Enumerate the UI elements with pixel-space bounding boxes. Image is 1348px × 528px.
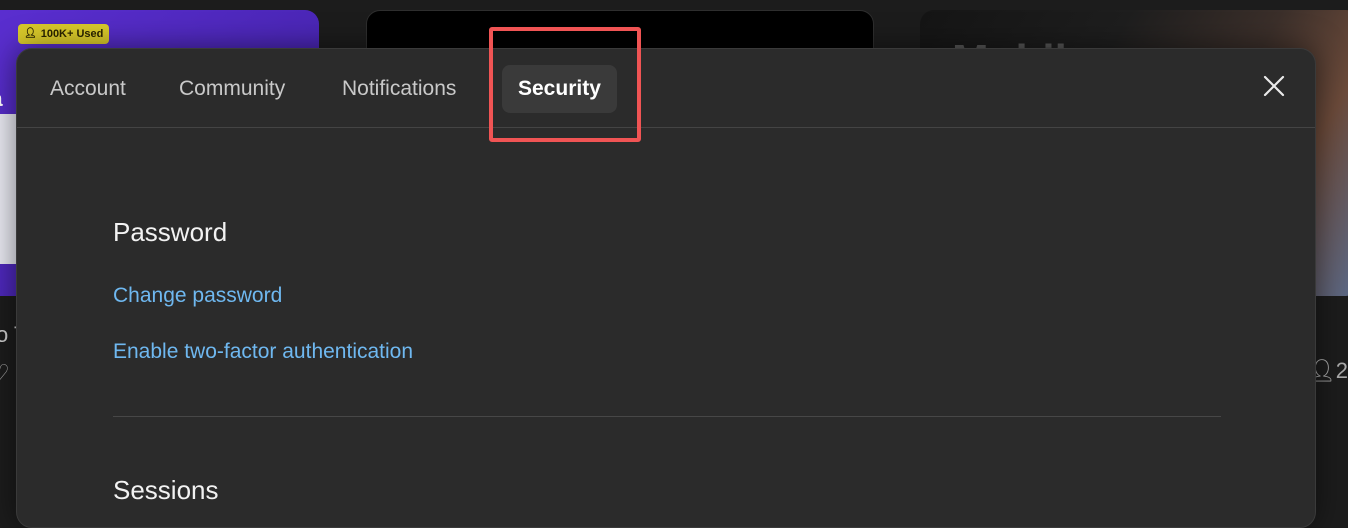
settings-tabs: Account Community Notifications Security xyxy=(17,49,1315,128)
tab-community[interactable]: Community xyxy=(163,65,301,113)
enable-2fa-link[interactable]: Enable two-factor authentication xyxy=(113,340,413,364)
close-icon xyxy=(1259,71,1289,101)
heart-icon[interactable]: ♡ xyxy=(0,360,10,386)
usage-badge-label: 100K+ Used xyxy=(41,24,104,44)
sessions-section-title: Sessions xyxy=(113,475,219,506)
close-button[interactable] xyxy=(1259,71,1289,101)
tab-account[interactable]: Account xyxy=(34,65,142,113)
settings-modal: Account Community Notifications Security… xyxy=(16,48,1316,528)
left-card-title-peek: Ma xyxy=(0,86,3,112)
user-icon: 👤︎ xyxy=(24,24,37,44)
tab-notifications[interactable]: Notifications xyxy=(326,65,472,113)
user-count: 2 xyxy=(1336,358,1348,383)
tab-security[interactable]: Security xyxy=(502,65,617,113)
usage-badge: 👤︎ 100K+ Used xyxy=(18,24,109,44)
section-divider xyxy=(113,416,1221,417)
change-password-link[interactable]: Change password xyxy=(113,284,282,308)
password-section-title: Password xyxy=(113,217,227,248)
